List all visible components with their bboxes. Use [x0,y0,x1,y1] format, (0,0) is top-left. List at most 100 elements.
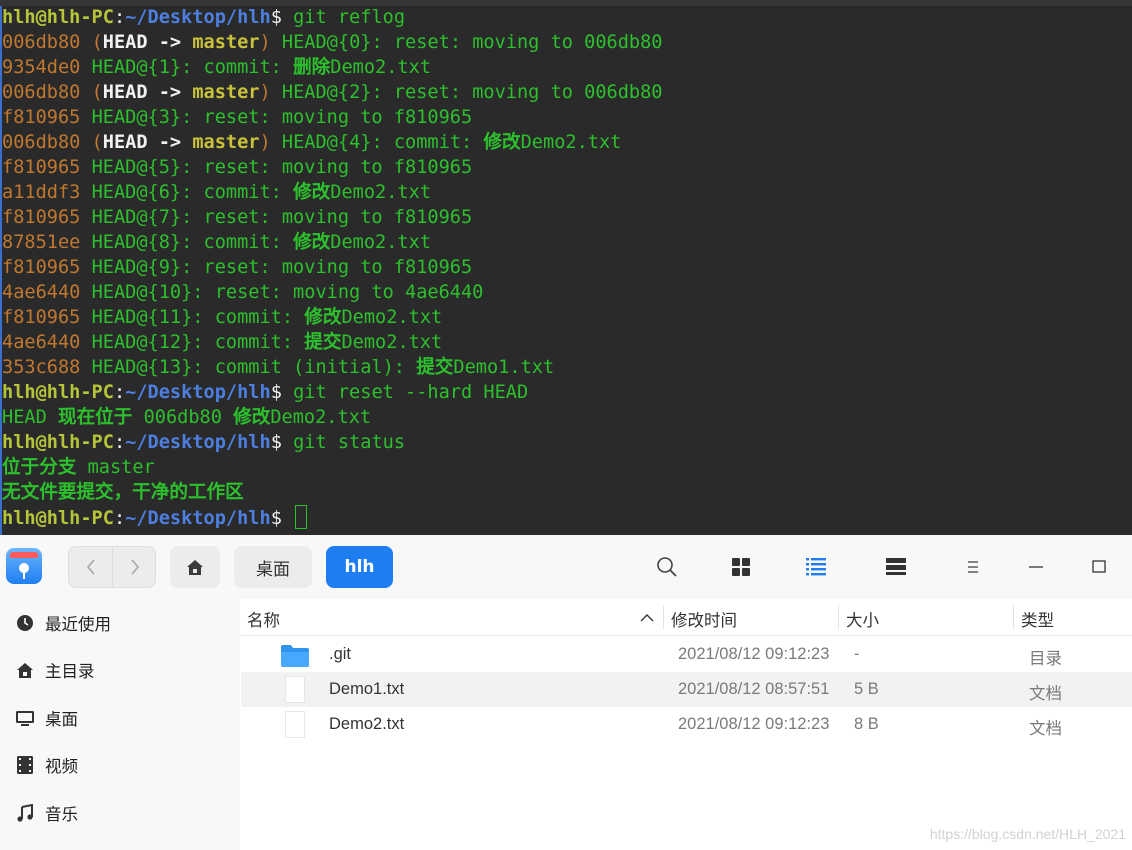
terminal-line: f810965 HEAD@{5}: reset: moving to f8109… [2,155,663,180]
search-button[interactable] [655,555,679,579]
file-modified: 2021/08/12 08:57:51 [678,680,830,698]
terminal-line: 353c688 HEAD@{13}: commit (initial): 提交D… [2,355,663,380]
terminal-text: HEAD@{8}: commit: [91,232,294,253]
sort-ascending-icon[interactable] [640,613,654,622]
list-view-button[interactable] [804,555,828,579]
terminal-line: 006db80 (HEAD -> master) HEAD@{0}: reset… [2,30,663,55]
terminal-text: ( [91,132,103,153]
terminal-text: ~/Desktop/hlh [125,508,271,529]
terminal-text: HEAD@{7}: reset: moving to f810965 [91,207,473,228]
terminal-text: HEAD@{13}: commit (initial): [91,357,417,378]
sidebar-item-label: 视频 [45,757,78,776]
column-separator[interactable] [663,605,664,629]
file-type: 目录 [1029,649,1062,668]
terminal-text: 4ae6440 [2,332,92,353]
main-menu-button[interactable] [961,555,985,579]
terminal-line: hlh@hlh-PC:~/Desktop/hlh$ git status [2,430,663,455]
terminal-text: HEAD@{4}: commit: [270,132,484,153]
terminal-text: : [113,7,126,28]
terminal-line: 87851ee HEAD@{8}: commit: 修改Demo2.txt [2,230,663,255]
sidebar-item-desktop[interactable]: 桌面 [0,698,240,738]
terminal-cursor [295,505,308,529]
terminal-text: git reset --hard HEAD [293,382,529,403]
terminal-text: HEAD@{3}: reset: moving to f810965 [91,107,473,128]
sidebar-item-recent[interactable]: 最近使用 [0,603,240,643]
terminal-text: 006db80 [2,32,92,53]
terminal-line: 位于分支 master [2,455,663,480]
terminal-text: 删除 [293,57,331,78]
terminal-text: $ [270,7,294,28]
terminal-text: 修改 [304,307,342,328]
home-crumb-button[interactable] [170,546,220,588]
folder-icon [281,645,309,667]
sidebar-item-label: 主目录 [45,662,95,681]
terminal-text: 353c688 [2,357,92,378]
terminal-text: HEAD [2,407,58,428]
terminal-text: ( [91,32,103,53]
sidebar-item-label: 音乐 [45,805,78,824]
terminal-text: Demo2.txt [270,407,372,428]
terminal-window[interactable]: hlh@hlh-PC:~/Desktop/hlh$ git reflog 006d… [0,0,1132,535]
terminal-text: master [87,457,155,478]
terminal-text: master [192,132,260,153]
list-header: 名称 修改时间 大小 类型 [241,599,1132,636]
column-header-modified[interactable]: 修改时间 [671,607,737,631]
terminal-text: : [113,382,126,403]
column-separator[interactable] [1013,605,1014,629]
file-modified: 2021/08/12 09:12:23 [678,715,830,733]
terminal-text: hlh@hlh-PC [2,382,114,403]
column-header-name[interactable]: 名称 [247,607,280,631]
terminal-text: ~/Desktop/hlh [125,7,271,28]
detail-panel-button[interactable] [884,555,908,579]
terminal-text: : [113,432,126,453]
terminal-text: : [113,508,126,529]
terminal-text: $ [270,432,294,453]
terminal-text: hlh@hlh-PC [2,508,114,529]
terminal-text: HEAD -> [102,82,193,103]
terminal-line: hlh@hlh-PC:~/Desktop/hlh$ git reflog [2,5,663,30]
desktop-icon [16,709,34,727]
terminal-text: 现在位于 [57,407,144,428]
sidebar-item-music[interactable]: 音乐 [0,793,240,833]
clock-icon [16,614,34,632]
table-row[interactable]: Demo1.txt 2021/08/12 08:57:51 5 B 文档 [241,672,1132,707]
minimize-button[interactable] [1024,555,1048,579]
maximize-button[interactable] [1087,555,1111,579]
terminal-text: 修改 [483,132,521,153]
sidebar-item-videos[interactable]: 视频 [0,745,240,785]
terminal-text: Demo2.txt [341,307,443,328]
terminal-text: ( [91,82,103,103]
column-header-type[interactable]: 类型 [1021,607,1054,631]
terminal-line: hlh@hlh-PC:~/Desktop/hlh$ [2,505,663,530]
terminal-line: 无文件要提交，干净的工作区 [2,480,663,505]
sidebar-item-home[interactable]: 主目录 [0,650,240,690]
table-row[interactable]: Demo2.txt 2021/08/12 09:12:23 8 B 文档 [241,707,1132,742]
breadcrumb-desktop[interactable]: 桌面 [234,546,312,588]
breadcrumb-hlh[interactable]: hlh [326,546,393,588]
chevron-right-icon [130,559,139,575]
sidebar-item-label: 桌面 [45,710,78,729]
table-row[interactable]: .git 2021/08/12 09:12:23 - 目录 [241,637,1132,672]
file-name: .git [329,645,352,663]
terminal-text: 006db80 [2,132,92,153]
terminal-text: f810965 [2,207,92,228]
terminal-text: HEAD -> [102,32,193,53]
icon-view-button[interactable] [729,555,753,579]
terminal-text: HEAD@{1}: commit: [91,57,294,78]
terminal-line: f810965 HEAD@{9}: reset: moving to f8109… [2,255,663,280]
column-header-size[interactable]: 大小 [846,607,879,631]
terminal-text: master [192,82,260,103]
terminal-output: hlh@hlh-PC:~/Desktop/hlh$ git reflog 006d… [2,5,663,530]
column-separator[interactable] [838,605,839,629]
minimize-icon [1029,566,1043,568]
back-button[interactable] [69,547,113,587]
terminal-text: f810965 [2,157,92,178]
terminal-line: 006db80 (HEAD -> master) HEAD@{2}: reset… [2,80,663,105]
terminal-text: 006db80 [143,407,234,428]
terminal-text: hlh@hlh-PC [2,7,114,28]
terminal-text: HEAD@{11}: commit: [91,307,305,328]
list-view-icon [806,558,826,576]
forward-button[interactable] [113,547,156,587]
terminal-text: a11ddf3 [2,182,92,203]
search-icon [657,557,677,577]
